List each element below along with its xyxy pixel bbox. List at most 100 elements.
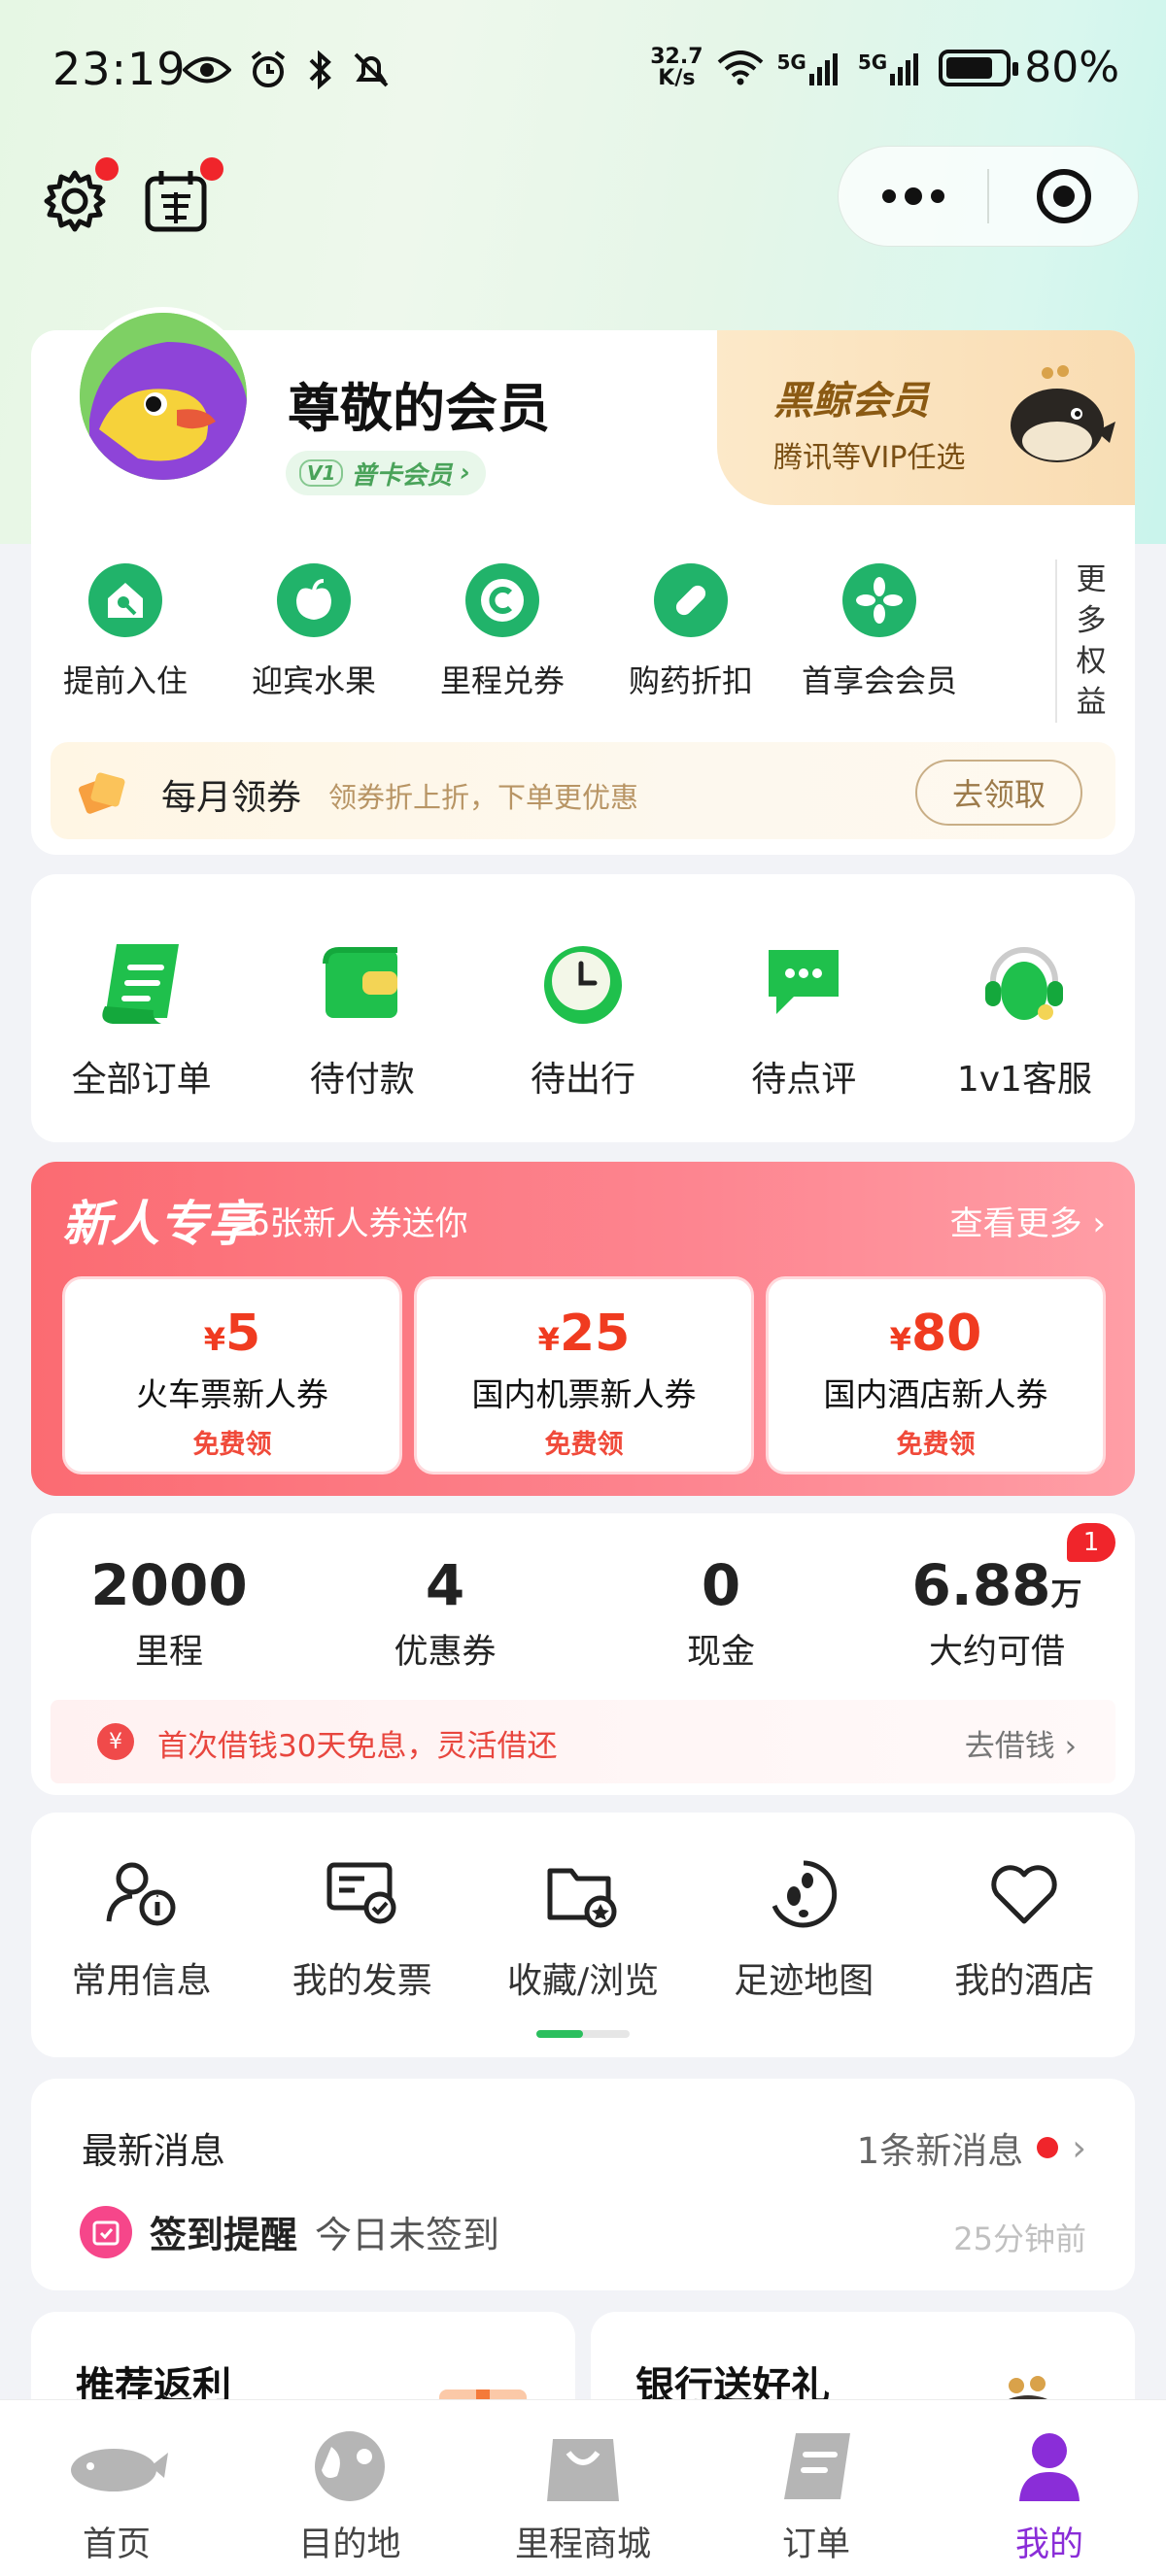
- tab-home[interactable]: 首页: [0, 2400, 233, 2576]
- wifi-icon: [717, 50, 763, 85]
- tool-label: 我的酒店: [954, 1961, 1095, 2001]
- benefit-early-checkin[interactable]: 提前入住: [31, 563, 220, 701]
- asset-value: 6.88: [911, 1552, 1051, 1618]
- currency-symbol: ¥: [203, 1321, 226, 1358]
- vip-subtitle: 腾讯等VIP任选: [773, 441, 966, 475]
- member-level-badge[interactable]: V1 普卡会员 ›: [286, 451, 487, 495]
- orders-card: 全部订单 待付款 待出行 待点评 1v1客服: [31, 874, 1135, 1142]
- order-customer-service[interactable]: 1v1客服: [914, 936, 1135, 1102]
- coupon-hotel[interactable]: ¥80 国内酒店新人券 免费领: [766, 1276, 1106, 1474]
- calendar-check-icon: [80, 2205, 132, 2258]
- headset-icon: [985, 947, 1064, 1020]
- signal-1: 5G: [777, 51, 844, 85]
- asset-mileage[interactable]: 2000 里程: [31, 1552, 307, 1674]
- loan-action[interactable]: 去借钱 ›: [965, 1721, 1077, 1765]
- pill-icon: [654, 563, 728, 637]
- coupon-amount: ¥80: [769, 1305, 1103, 1363]
- capsule-close-button[interactable]: [989, 147, 1138, 246]
- tool-invoice[interactable]: 我的发票: [252, 1857, 472, 2003]
- assets-card: 2000 里程 4 优惠券 0 现金 6.88万 大约可借 1 ¥ 首次借钱30…: [31, 1513, 1135, 1795]
- benefit-club-member[interactable]: 首享会会员: [785, 563, 974, 701]
- invoice-icon: [326, 1862, 396, 1924]
- asset-cash[interactable]: 0 现金: [583, 1552, 859, 1674]
- capsule-more-button[interactable]: [839, 147, 987, 246]
- benefits-row: 提前入住 迎宾水果 里程兑券 购药折扣 首享会会员: [31, 563, 1042, 701]
- order-label: 全部订单: [71, 1060, 212, 1100]
- tool-common-info[interactable]: 常用信息: [31, 1857, 252, 2003]
- net-speed-unit: K/s: [658, 65, 696, 90]
- member-name: 尊敬的会员: [288, 378, 550, 439]
- coupon-name: 火车票新人券: [136, 1375, 328, 1413]
- tab-mileage-mall[interactable]: 里程商城: [466, 2400, 700, 2576]
- benefit-welcome-fruit[interactable]: 迎宾水果: [220, 563, 408, 701]
- benefit-medicine-discount[interactable]: 购药折扣: [597, 563, 785, 701]
- alarm-icon: [251, 51, 286, 87]
- messages-card[interactable]: 最新消息 1条新消息 › 签到提醒 今日未签到 25分钟前: [31, 2079, 1135, 2290]
- more-benefits-link[interactable]: 更多权益: [1055, 559, 1114, 723]
- asset-unit: 万: [1050, 1576, 1082, 1612]
- coupon-amount: ¥25: [417, 1305, 751, 1363]
- asset-value-wrap: 6.88万: [859, 1552, 1135, 1618]
- tool-my-hotel[interactable]: 我的酒店: [914, 1857, 1135, 2003]
- coin-c-icon: [465, 563, 539, 637]
- bottom-tab-bar: 首页 目的地 里程商城 订单 我的: [0, 2399, 1166, 2576]
- order-pending-review[interactable]: 待点评: [694, 936, 914, 1102]
- globe-icon: [315, 2431, 385, 2501]
- tools-card: 常用信息 我的发票 收藏/浏览 足迹地图 我的酒店: [31, 1813, 1135, 2057]
- apple-icon: [277, 563, 351, 637]
- asset-credit[interactable]: 6.88万 大约可借: [859, 1552, 1135, 1674]
- order-list-icon: [101, 944, 179, 1024]
- claim-coupon-button[interactable]: 去领取: [915, 760, 1082, 826]
- tool-label: 收藏/浏览: [506, 1961, 660, 2001]
- assets-row: 2000 里程 4 优惠券 0 现金 6.88万 大约可借: [31, 1552, 1135, 1674]
- asset-label: 优惠券: [394, 1633, 497, 1672]
- new-user-more-link[interactable]: 查看更多 ›: [950, 1197, 1106, 1244]
- coupon-train[interactable]: ¥5 火车票新人券 免费领: [62, 1276, 402, 1474]
- messages-count[interactable]: 1条新消息 ›: [857, 2121, 1086, 2174]
- new-user-coupons: ¥5 火车票新人券 免费领 ¥25 国内机票新人券 免费领 ¥80 国内酒店新人…: [62, 1276, 1106, 1474]
- sign-in-calendar-icon: [145, 171, 207, 232]
- order-pending-payment[interactable]: 待付款: [252, 936, 472, 1102]
- vip-title: 黑鲸会员: [773, 379, 929, 424]
- flower-icon: [842, 563, 916, 637]
- message-time: 25分钟前: [953, 2220, 1086, 2257]
- avatar[interactable]: [74, 307, 253, 486]
- asset-label: 现金: [686, 1633, 755, 1672]
- loan-bar[interactable]: ¥ 首次借钱30天免息，灵活借还 去借钱 ›: [51, 1700, 1115, 1783]
- tool-footprint-map[interactable]: 足迹地图: [694, 1857, 914, 2003]
- tab-mine[interactable]: 我的: [933, 2400, 1166, 2576]
- coupon-amount: ¥5: [65, 1305, 399, 1363]
- signal-bars-icon: [808, 52, 838, 85]
- yuan-icon: ¥: [97, 1723, 134, 1760]
- benefit-mileage-coupon[interactable]: 里程兑券: [408, 563, 597, 701]
- monthly-coupon-bar: 每月领券 领券折上折，下单更优惠 去领取: [51, 742, 1115, 839]
- tool-favorites[interactable]: 收藏/浏览: [472, 1857, 693, 2003]
- order-label: 1v1客服: [956, 1060, 1092, 1100]
- battery-icon: [939, 49, 1019, 86]
- mini-program-capsule: [838, 146, 1139, 247]
- tab-destination[interactable]: 目的地: [233, 2400, 466, 2576]
- asset-value: 0: [701, 1552, 741, 1618]
- tool-label: 足迹地图: [734, 1961, 874, 2001]
- message-item[interactable]: 签到提醒 今日未签到: [80, 2205, 499, 2258]
- coupon-free-claim: 免费领: [192, 1430, 272, 1460]
- asset-coupons[interactable]: 4 优惠券: [307, 1552, 583, 1674]
- tool-label: 我的发票: [292, 1961, 432, 2001]
- checkin-button[interactable]: [142, 157, 223, 239]
- benefit-label: 里程兑券: [439, 662, 565, 699]
- chevron-right-icon: ›: [460, 458, 471, 488]
- heart-icon: [991, 1865, 1058, 1924]
- net-speed-value: 32.7: [650, 44, 703, 69]
- settings-button[interactable]: [41, 157, 119, 239]
- checkin-red-dot: [200, 157, 223, 181]
- loan-action-label: 去借钱: [964, 1729, 1055, 1764]
- wallet-icon: [322, 947, 397, 1018]
- currency-symbol: ¥: [889, 1321, 911, 1358]
- black-whale-vip-banner[interactable]: 黑鲸会员 腾讯等VIP任选: [717, 330, 1135, 505]
- order-pending-trip[interactable]: 待出行: [472, 936, 693, 1102]
- coupon-flight[interactable]: ¥25 国内机票新人券 免费领: [414, 1276, 754, 1474]
- whale-icon: [71, 2449, 168, 2491]
- order-all[interactable]: 全部订单: [31, 936, 252, 1102]
- new-user-title: 新人专享: [62, 1196, 257, 1252]
- tab-orders[interactable]: 订单: [700, 2400, 933, 2576]
